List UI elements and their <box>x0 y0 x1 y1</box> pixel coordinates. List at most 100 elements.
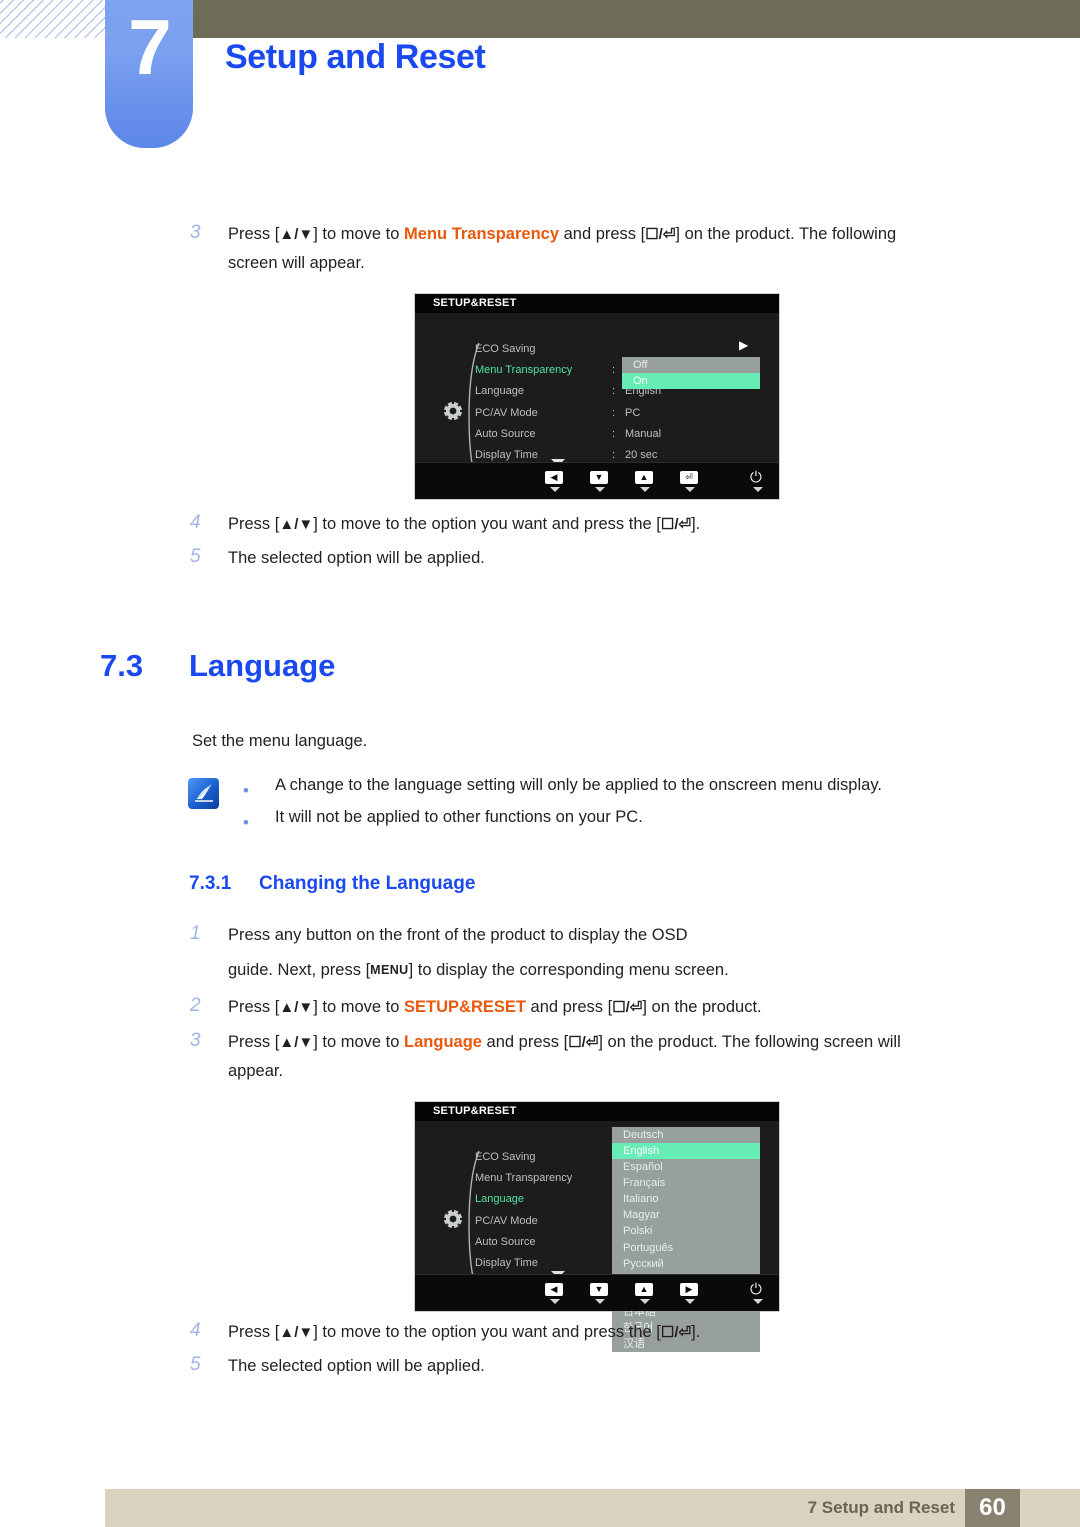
language-option-polski[interactable]: Polski <box>612 1223 760 1239</box>
gear-icon <box>441 1207 465 1236</box>
osd-row-label: Display Time <box>475 1256 538 1269</box>
step-number-4-top: 4 <box>190 512 201 533</box>
step4b-text-c: ]. <box>691 1323 701 1341</box>
dropdown-option-off[interactable]: Off <box>622 357 760 373</box>
step-text-2-bottom: Press [▲/▼] to move to SETUP&RESET and p… <box>228 995 988 1020</box>
gear-icon <box>441 399 465 428</box>
page-number: 60 <box>979 1494 1006 1521</box>
osd-button-left-icon[interactable]: ◀ <box>545 471 563 484</box>
step2-highlight-setup-reset: SETUP&RESET <box>404 998 526 1016</box>
step4b-keys-updown: ▲/▼ <box>279 1324 314 1341</box>
osd-button-down-icon[interactable]: ▼ <box>590 1283 608 1296</box>
language-option-francais[interactable]: Français <box>612 1175 760 1191</box>
step3-text-c: and press [ <box>559 225 646 243</box>
step-number-5-bottom: 5 <box>190 1354 201 1375</box>
step-number-2-bottom: 2 <box>190 995 201 1016</box>
osd-button-left-tick-icon <box>550 1299 560 1304</box>
step3-line2: screen will appear. <box>228 254 365 273</box>
osd-row-label: PC/AV Mode <box>475 406 538 419</box>
step-number-4-bottom: 4 <box>190 1320 201 1341</box>
note-text-1: A change to the language setting will on… <box>275 776 882 794</box>
step2-text-a: Press [ <box>228 998 280 1016</box>
language-option-espanol[interactable]: Español <box>612 1159 760 1175</box>
note-bullet-1-icon: • <box>243 781 249 800</box>
osd-row-label: Menu Transparency <box>475 1172 573 1185</box>
step4b-text-a: Press [ <box>228 1323 280 1341</box>
note-bullet-2-icon: • <box>243 813 249 832</box>
step-text-3-bottom: Press [▲/▼] to move to Language and pres… <box>228 1030 988 1084</box>
osd-title: SETUP&RESET <box>433 297 517 309</box>
step3b-text-b: ] to move to <box>313 1033 405 1051</box>
step-number-1-bottom: 1 <box>190 923 201 944</box>
header-hatch-decoration <box>0 0 105 38</box>
step3-text-a: Press [ <box>228 225 280 243</box>
osd-button-up-tick-icon <box>640 487 650 492</box>
osd-row-label: Auto Source <box>475 1235 536 1248</box>
page-footer: 7 Setup and Reset 60 <box>105 1489 1080 1527</box>
step-text-1-bottom: Press any button on the front of the pro… <box>228 923 988 983</box>
next-page-arrow-icon: ▶ <box>739 338 749 352</box>
osd-button-left-icon[interactable]: ◀ <box>545 1283 563 1296</box>
step3b-keys-enter: ☐/⏎ <box>568 1034 599 1051</box>
osd-button-enter-tick-icon <box>685 487 695 492</box>
step3b-text-a: Press [ <box>228 1033 280 1051</box>
step3-highlight-menu-transparency: Menu Transparency <box>404 225 560 243</box>
osd-button-right-icon[interactable]: ▶ <box>680 1283 698 1296</box>
note-text-2: It will not be applied to other function… <box>275 808 643 826</box>
osd-button-up-icon[interactable]: ▲ <box>635 1283 653 1296</box>
osd-row-value: Manual <box>625 427 662 440</box>
step-text-4-bottom: Press [▲/▼] to move to the option you wa… <box>228 1320 988 1345</box>
osd-row-label: Language <box>475 1193 524 1206</box>
step-number-3-bottom: 3 <box>190 1030 201 1051</box>
osd-button-bar: ◀ ▼ ▲ ⏎ ⏻ <box>415 462 779 499</box>
language-option-magyar[interactable]: Magyar <box>612 1207 760 1223</box>
step-number-3-top: 3 <box>190 222 201 243</box>
osd-row-value: 20 sec <box>625 448 658 461</box>
step-text-5-bottom: The selected option will be applied. <box>228 1357 485 1375</box>
step-number-5-top: 5 <box>190 546 201 567</box>
step3-keys-enter: ☐/⏎ <box>645 226 676 243</box>
osd-screenshot-menu-transparency: SETUP&RESET ECO Saving Menu Transparency… <box>414 293 780 500</box>
note-pen-icon <box>188 778 219 809</box>
step-text-4-top: Press [▲/▼] to move to the option you wa… <box>228 512 988 537</box>
step3-text-b: ] to move to <box>313 225 405 243</box>
step1-line2: guide. Next, press [MENU] to display the… <box>228 958 988 983</box>
step4-text-c: ]. <box>691 515 701 533</box>
osd-dropdown-menu-transparency[interactable]: Off On <box>622 357 760 390</box>
osd-button-up-icon[interactable]: ▲ <box>635 471 653 484</box>
step-text-5-top: The selected option will be applied. <box>228 549 485 567</box>
footer-chapter-label: 7 Setup and Reset <box>807 1498 955 1517</box>
osd-row-colon: : <box>612 364 616 377</box>
step4-keys-enter: ☐/⏎ <box>660 516 692 533</box>
osd-button-left-tick-icon <box>550 487 560 492</box>
step1-line2-a: guide. Next, press [ <box>228 961 371 980</box>
section-number: 7.3 <box>100 648 144 683</box>
language-option-english[interactable]: English <box>612 1143 760 1160</box>
osd-dropdown-language[interactable]: Deutsch English Español Français Italian… <box>612 1127 760 1353</box>
language-option-deutsch[interactable]: Deutsch <box>612 1127 760 1143</box>
osd-button-enter-icon[interactable]: ⏎ <box>680 471 698 484</box>
chapter-number: 7 <box>128 3 171 91</box>
step2-keys-enter: ☐/⏎ <box>612 999 643 1016</box>
power-icon[interactable]: ⏻ <box>750 470 762 485</box>
language-option-portugues[interactable]: Português <box>612 1240 760 1256</box>
language-option-russian[interactable]: Русский <box>612 1256 760 1272</box>
language-option-italiano[interactable]: Italiano <box>612 1191 760 1207</box>
section-title: Language <box>189 648 336 683</box>
subsection-title: Changing the Language <box>259 873 476 894</box>
osd-button-up-tick-icon <box>640 1299 650 1304</box>
step4-text-a: Press [ <box>228 515 280 533</box>
osd-body: ECO Saving Menu Transparency : Language … <box>415 1121 779 1353</box>
step-text-3-top: Press [▲/▼] to move to Menu Transparency… <box>228 222 988 276</box>
osd-button-down-icon[interactable]: ▼ <box>590 471 608 484</box>
subsection-number: 7.3.1 <box>189 873 232 894</box>
step2-text-d: ] on the product. <box>642 998 762 1016</box>
dropdown-option-on[interactable]: On <box>622 373 760 390</box>
step1-line1: Press any button on the front of the pro… <box>228 926 688 944</box>
osd-button-bar: ◀ ▼ ▲ ▶ ⏻ <box>415 1274 779 1311</box>
step4b-keys-enter: ☐/⏎ <box>660 1324 692 1341</box>
osd-screenshot-language: SETUP&RESET ECO Saving Menu Transparency… <box>414 1101 780 1353</box>
power-icon[interactable]: ⏻ <box>750 1282 762 1297</box>
osd-row-label: Display Time <box>475 448 538 461</box>
step3-text-d: ] on the product. The following <box>675 225 897 243</box>
